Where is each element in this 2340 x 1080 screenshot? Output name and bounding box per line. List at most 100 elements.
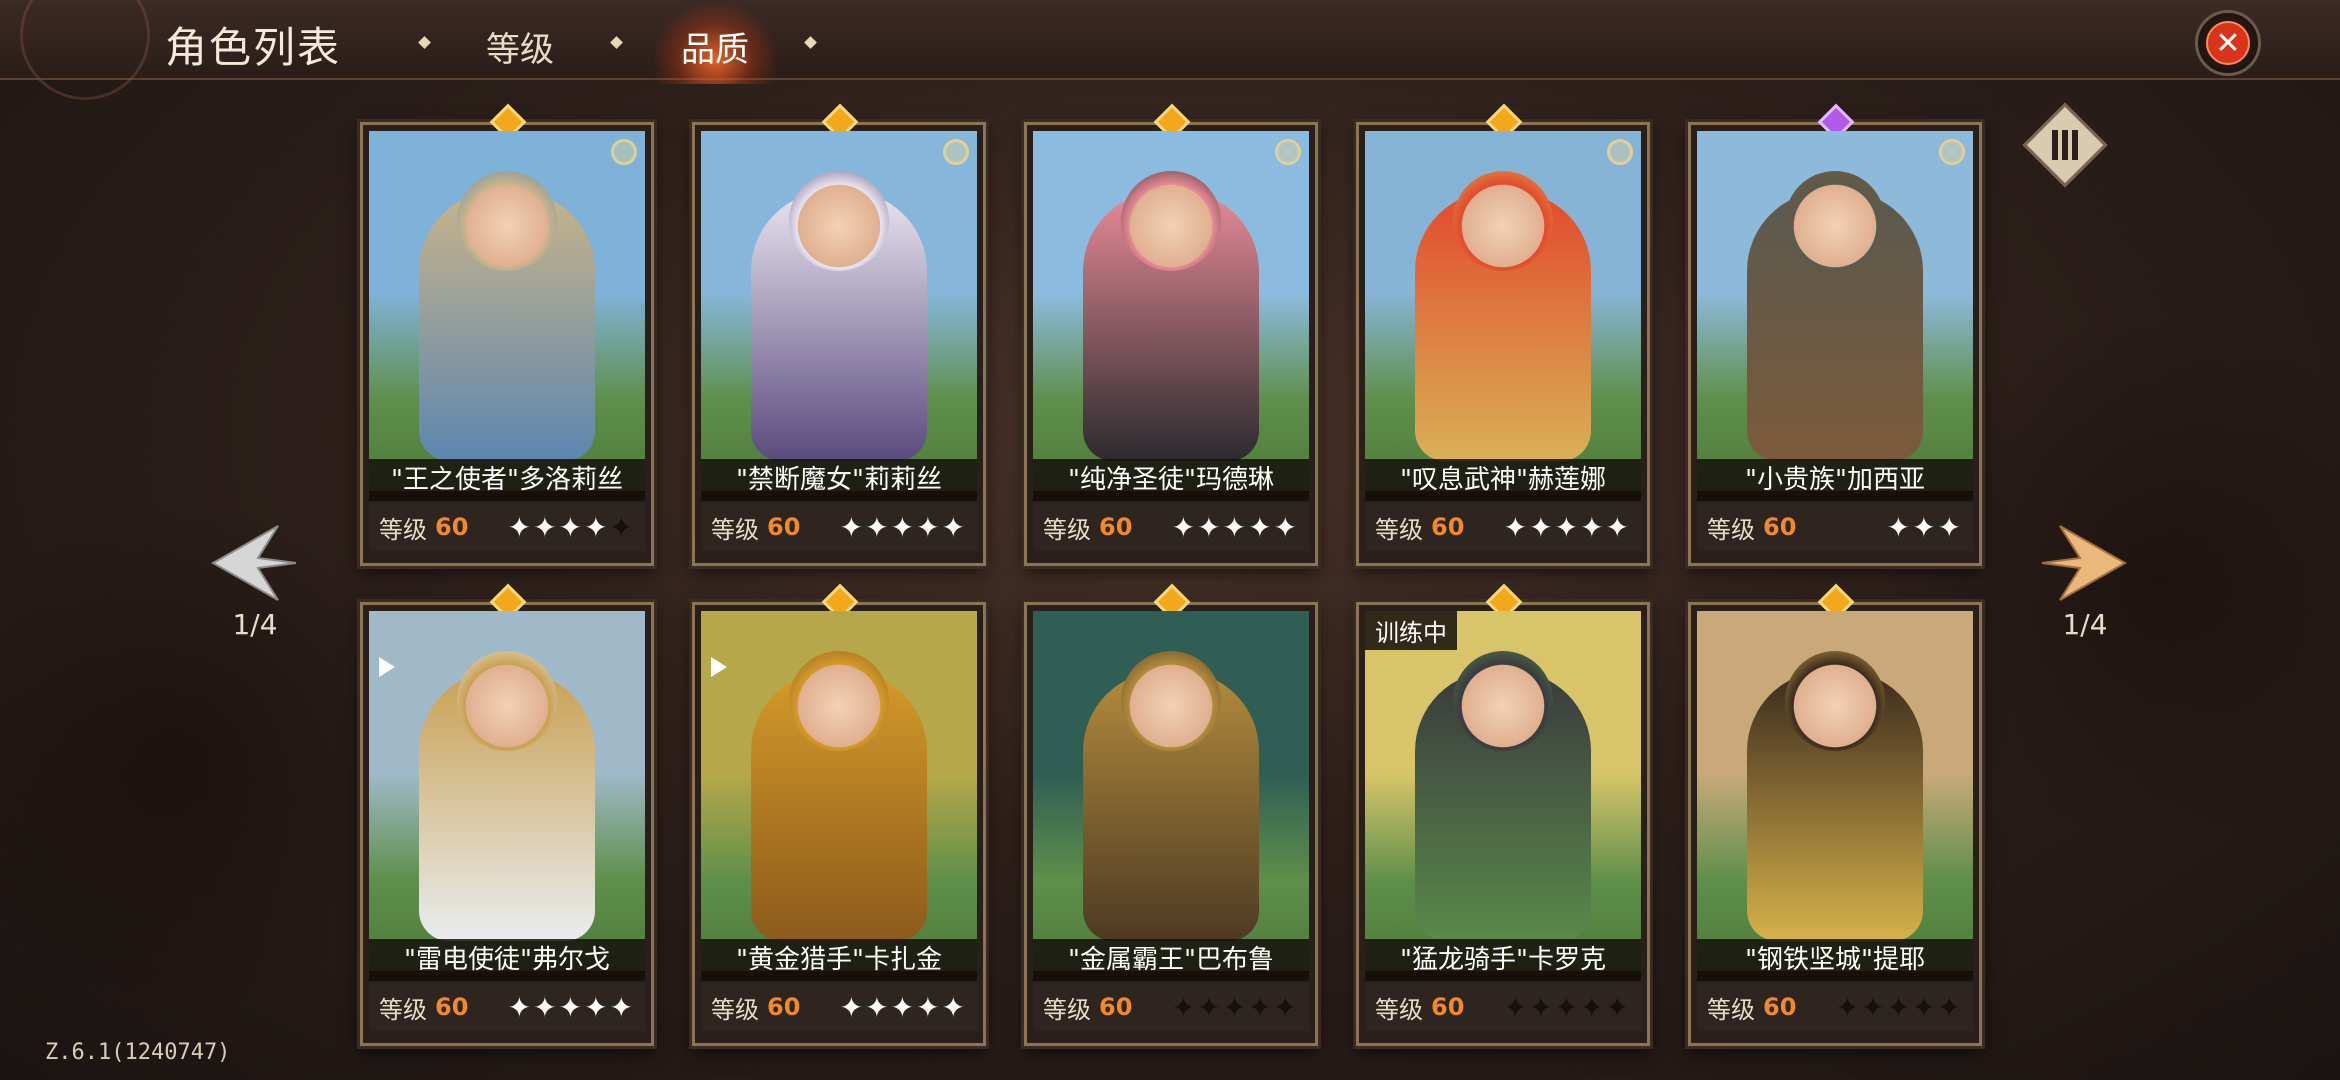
level-row: 等级 60 ✦✦✦✦✦ bbox=[369, 503, 645, 551]
close-icon: ✕ bbox=[2206, 21, 2250, 65]
star-filled-icon: ✦ bbox=[507, 990, 534, 1024]
character-name: "猛龙骑手"卡罗克 bbox=[1365, 939, 1641, 981]
star-badge-icon bbox=[1275, 139, 1301, 165]
star-filled-icon: ✦ bbox=[609, 990, 635, 1024]
star-filled-icon: ✦ bbox=[1273, 510, 1299, 544]
star-empty-icon: ✦ bbox=[1937, 990, 1963, 1024]
star-filled-icon: ✦ bbox=[865, 990, 891, 1024]
previous-page-arrow-icon[interactable] bbox=[208, 518, 298, 608]
level-value: 60 bbox=[767, 993, 801, 1021]
star-filled-icon: ✦ bbox=[1503, 510, 1530, 544]
star-empty-icon: ✦ bbox=[1248, 990, 1274, 1024]
next-page-arrow-icon[interactable] bbox=[2040, 518, 2130, 608]
star-empty-icon: ✦ bbox=[1580, 990, 1606, 1024]
star-rating: ✦✦✦✦✦ bbox=[1504, 991, 1631, 1024]
star-rating: ✦✦✦✦✦ bbox=[1172, 511, 1299, 544]
character-card[interactable]: "雷电使徒"弗尔戈 等级 60 ✦✦✦✦✦ bbox=[360, 583, 654, 1046]
star-badge-icon bbox=[1939, 139, 1965, 165]
star-filled-icon: ✦ bbox=[1912, 510, 1938, 544]
level-row: 等级 60 ✦✦✦✦✦ bbox=[1697, 983, 1973, 1031]
level-value: 60 bbox=[435, 993, 469, 1021]
character-card[interactable]: "小贵族"加西亚 等级 60 ✦✦✦ bbox=[1688, 103, 1982, 566]
star-filled-icon: ✦ bbox=[1248, 510, 1274, 544]
level-label: 等级 bbox=[711, 515, 759, 544]
level-row: 等级 60 ✦✦✦✦✦ bbox=[1033, 503, 1309, 551]
level-value: 60 bbox=[435, 513, 469, 541]
level-label: 等级 bbox=[1375, 995, 1423, 1024]
filter-button[interactable] bbox=[2022, 102, 2108, 188]
page-indicator-right: 1/4 bbox=[2062, 608, 2108, 641]
character-card[interactable]: "黄金猎手"卡扎金 等级 60 ✦✦✦✦✦ bbox=[692, 583, 986, 1046]
close-button[interactable]: ✕ bbox=[2195, 10, 2261, 76]
level-label: 等级 bbox=[379, 995, 427, 1024]
play-icon bbox=[379, 657, 395, 677]
character-name: "禁断魔女"莉莉丝 bbox=[701, 459, 977, 501]
level-row: 等级 60 ✦✦✦✦✦ bbox=[369, 983, 645, 1031]
character-card[interactable]: "钢铁坚城"提耶 等级 60 ✦✦✦✦✦ bbox=[1688, 583, 1982, 1046]
character-name: "王之使者"多洛莉丝 bbox=[369, 459, 645, 501]
star-filled-icon: ✦ bbox=[1605, 510, 1631, 544]
star-rating: ✦✦✦✦✦ bbox=[840, 511, 967, 544]
character-card[interactable]: "禁断魔女"莉莉丝 等级 60 ✦✦✦✦✦ bbox=[692, 103, 986, 566]
star-filled-icon: ✦ bbox=[1171, 510, 1198, 544]
character-card[interactable]: "叹息武神"赫莲娜 等级 60 ✦✦✦✦✦ bbox=[1356, 103, 1650, 566]
character-portrait bbox=[701, 131, 977, 491]
star-rating: ✦✦✦✦✦ bbox=[508, 511, 635, 544]
star-filled-icon: ✦ bbox=[839, 510, 866, 544]
compass-emblem-icon bbox=[20, 0, 150, 100]
star-badge-icon bbox=[1607, 139, 1633, 165]
level-row: 等级 60 ✦✦✦✦✦ bbox=[701, 503, 977, 551]
star-filled-icon: ✦ bbox=[1529, 510, 1555, 544]
tab-quality[interactable]: 品质 bbox=[660, 22, 770, 71]
level-row: 等级 60 ✦✦✦✦✦ bbox=[1033, 983, 1309, 1031]
level-label: 等级 bbox=[711, 995, 759, 1024]
star-filled-icon: ✦ bbox=[941, 990, 967, 1024]
level-row: 等级 60 ✦✦✦ bbox=[1697, 503, 1973, 551]
star-filled-icon: ✦ bbox=[1886, 510, 1913, 544]
star-filled-icon: ✦ bbox=[890, 990, 917, 1024]
character-portrait bbox=[1033, 611, 1309, 971]
level-value: 60 bbox=[1099, 993, 1133, 1021]
star-filled-icon: ✦ bbox=[1937, 510, 1963, 544]
star-filled-icon: ✦ bbox=[1554, 510, 1581, 544]
tab-separator-icon bbox=[610, 36, 623, 49]
star-filled-icon: ✦ bbox=[865, 510, 891, 544]
level-label: 等级 bbox=[1043, 515, 1091, 544]
character-portrait bbox=[1697, 131, 1973, 491]
character-name: "叹息武神"赫莲娜 bbox=[1365, 459, 1641, 501]
character-name: "黄金猎手"卡扎金 bbox=[701, 939, 977, 981]
star-empty-icon: ✦ bbox=[1835, 990, 1862, 1024]
star-filled-icon: ✦ bbox=[1222, 510, 1249, 544]
training-status-badge: 训练中 bbox=[1365, 611, 1457, 650]
star-filled-icon: ✦ bbox=[584, 510, 610, 544]
character-name: "纯净圣徒"玛德琳 bbox=[1033, 459, 1309, 501]
star-filled-icon: ✦ bbox=[941, 510, 967, 544]
star-empty-icon: ✦ bbox=[1912, 990, 1938, 1024]
character-name: "钢铁坚城"提耶 bbox=[1697, 939, 1973, 981]
tab-separator-icon bbox=[804, 36, 817, 49]
star-empty-icon: ✦ bbox=[1273, 990, 1299, 1024]
star-filled-icon: ✦ bbox=[533, 510, 559, 544]
star-empty-icon: ✦ bbox=[1529, 990, 1555, 1024]
star-filled-icon: ✦ bbox=[916, 990, 942, 1024]
character-card[interactable]: "纯净圣徒"玛德琳 等级 60 ✦✦✦✦✦ bbox=[1024, 103, 1318, 566]
star-filled-icon: ✦ bbox=[558, 510, 585, 544]
level-label: 等级 bbox=[379, 515, 427, 544]
top-bar: 角色列表 等级 品质 ✕ bbox=[0, 0, 2340, 100]
character-card[interactable]: "王之使者"多洛莉丝 等级 60 ✦✦✦✦✦ bbox=[360, 103, 654, 566]
character-card[interactable]: "猛龙骑手"卡罗克 等级 60 ✦✦✦✦✦ 训练中 bbox=[1356, 583, 1650, 1046]
page-indicator-left: 1/4 bbox=[232, 608, 278, 641]
star-filled-icon: ✦ bbox=[1580, 510, 1606, 544]
character-portrait bbox=[1365, 131, 1641, 491]
character-card[interactable]: "金属霸王"巴布鲁 等级 60 ✦✦✦✦✦ bbox=[1024, 583, 1318, 1046]
star-rating: ✦✦✦✦✦ bbox=[1504, 511, 1631, 544]
star-filled-icon: ✦ bbox=[584, 990, 610, 1024]
level-label: 等级 bbox=[1375, 515, 1423, 544]
tab-level[interactable]: 等级 bbox=[465, 22, 575, 71]
star-rating: ✦✦✦✦✦ bbox=[840, 991, 967, 1024]
character-portrait bbox=[1365, 611, 1641, 971]
level-row: 等级 60 ✦✦✦✦✦ bbox=[1365, 503, 1641, 551]
level-value: 60 bbox=[1099, 513, 1133, 541]
level-value: 60 bbox=[767, 513, 801, 541]
star-badge-icon bbox=[611, 139, 637, 165]
